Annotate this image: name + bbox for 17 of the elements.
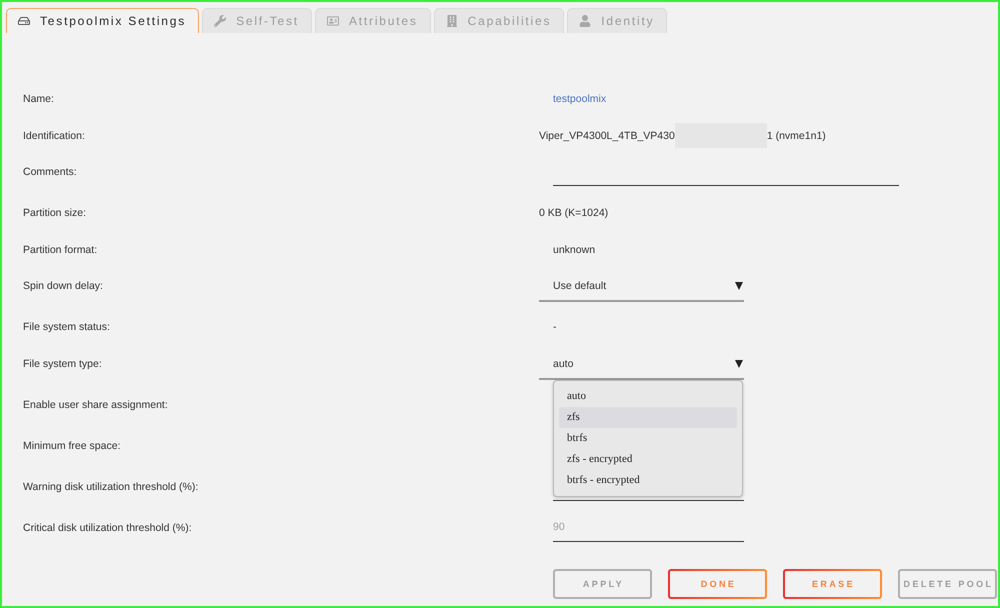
value-text: unknown <box>553 242 596 258</box>
field-label: Spin down delay: <box>23 279 103 294</box>
field-label: Comments: <box>23 165 77 180</box>
field-label: Warning disk utilization threshold (%): <box>23 480 198 494</box>
value-text: 1 (nvme1n1) <box>766 128 826 144</box>
value-text: Viper_VP4300L_4TB_VP430 <box>539 128 675 144</box>
field-label: File system status: <box>23 320 110 335</box>
field-label: Identification: <box>23 128 85 144</box>
value-text: - <box>553 320 556 335</box>
value-text: 0 KB (K=1024) <box>539 206 608 221</box>
field-label: Enable user share assignment: <box>23 398 168 412</box>
field-label: Partition format: <box>23 242 98 258</box>
field-label: Critical disk utilization threshold (%): <box>23 520 192 536</box>
field-label: File system type: <box>23 356 102 372</box>
field-label: Name: <box>23 92 54 107</box>
field-label: Partition size: <box>23 206 86 221</box>
field-label: Minimum free space: <box>23 438 120 454</box>
